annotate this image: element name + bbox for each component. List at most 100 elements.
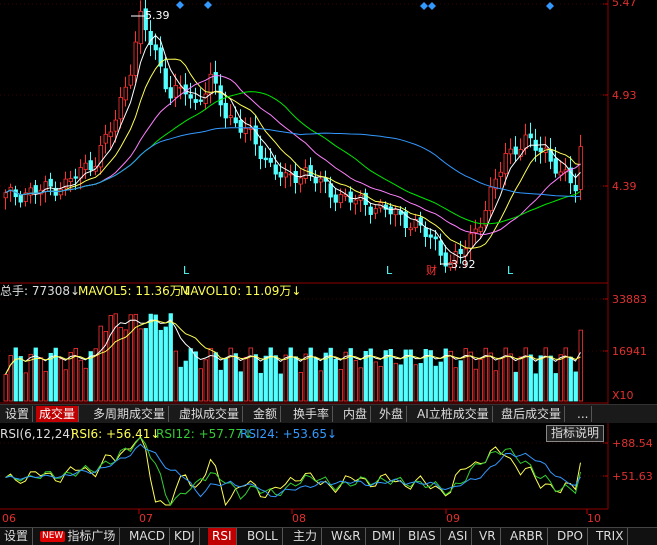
volume-bar bbox=[188, 348, 193, 402]
volume-bar bbox=[203, 359, 208, 402]
tab-rsi[interactable]: RSI bbox=[208, 528, 237, 545]
volume-bar bbox=[263, 355, 268, 402]
candle-body bbox=[273, 164, 278, 175]
volume-bar bbox=[578, 329, 583, 402]
volume-bar bbox=[468, 351, 473, 402]
tab-asi[interactable]: ASI bbox=[444, 528, 473, 545]
tab-boll[interactable]: BOLL bbox=[243, 528, 283, 545]
candle-body bbox=[408, 227, 413, 231]
candle-body bbox=[213, 72, 218, 84]
tab-after-hours-volume[interactable]: 盘后成交量 bbox=[498, 406, 566, 422]
candle-body bbox=[333, 194, 338, 203]
tab-virtual-volume[interactable]: 虚拟成交量 bbox=[176, 406, 244, 422]
time-axis-label: 07 bbox=[139, 512, 153, 525]
indicator-help-button[interactable]: 指标说明 bbox=[546, 425, 604, 442]
tab-main-force[interactable]: 主力 bbox=[289, 528, 323, 545]
volume-bar bbox=[388, 348, 393, 402]
volume-bar bbox=[323, 352, 328, 402]
tab-volume[interactable]: 成交量 bbox=[36, 406, 80, 422]
candle-body bbox=[188, 94, 193, 99]
volume-bar bbox=[533, 373, 538, 402]
volume-bar bbox=[83, 367, 88, 402]
limit-marker: L bbox=[183, 264, 190, 277]
time-axis-label: 06 bbox=[2, 512, 16, 525]
volume-bar bbox=[413, 364, 418, 402]
tab-multi-period-volume[interactable]: 多周期成交量 bbox=[90, 406, 170, 422]
volume-bar bbox=[278, 373, 283, 402]
candle-body bbox=[123, 86, 128, 101]
candle-body bbox=[573, 184, 578, 192]
tab-outer-volume[interactable]: 外盘 bbox=[376, 406, 408, 422]
tab-trix[interactable]: TRIX bbox=[592, 528, 629, 545]
candle-body bbox=[523, 134, 528, 149]
volume-bar bbox=[253, 354, 258, 402]
candle-body bbox=[268, 157, 273, 163]
candle-body bbox=[318, 178, 323, 183]
stock-chart[interactable] bbox=[0, 0, 657, 544]
tab-wr[interactable]: W&R bbox=[327, 528, 366, 545]
candle-body bbox=[238, 120, 243, 133]
candle-body bbox=[258, 145, 263, 160]
candle-body bbox=[528, 133, 533, 139]
candle-body bbox=[278, 171, 283, 178]
volume-bar bbox=[448, 350, 453, 402]
tab-bias[interactable]: BIAS bbox=[404, 528, 441, 545]
volume-settings-tab[interactable]: 设置 bbox=[2, 406, 34, 422]
volume-bar bbox=[23, 372, 28, 402]
volume-bar bbox=[438, 361, 443, 402]
candle-body bbox=[483, 210, 488, 226]
tab-dmi[interactable]: DMI bbox=[368, 528, 401, 545]
tab-kdj[interactable]: KDJ bbox=[170, 528, 200, 545]
candle-body bbox=[193, 99, 198, 103]
volume-bar bbox=[233, 353, 238, 402]
candle-body bbox=[248, 127, 253, 130]
candle-body bbox=[263, 157, 268, 161]
tab-dpo[interactable]: DPO bbox=[553, 528, 588, 545]
volume-bar bbox=[28, 353, 33, 402]
candle-body bbox=[33, 185, 38, 194]
volume-bar bbox=[313, 357, 318, 402]
candle-body bbox=[303, 167, 308, 179]
tab-amount[interactable]: 金额 bbox=[250, 406, 282, 422]
tab-ai-volume[interactable]: AI立桩成交量 bbox=[414, 406, 493, 422]
volume-bar bbox=[258, 372, 263, 402]
tab-inner-volume[interactable]: 内盘 bbox=[340, 406, 372, 422]
candle-body bbox=[328, 183, 333, 198]
volume-bar bbox=[303, 353, 308, 402]
volume-bar bbox=[98, 325, 103, 402]
volume-bar bbox=[293, 356, 298, 402]
candle-body bbox=[103, 133, 108, 144]
volume-bar bbox=[393, 362, 398, 402]
rsi-axis-label-top: +88.54 bbox=[612, 437, 653, 450]
volume-bar bbox=[123, 329, 128, 402]
volume-bar bbox=[243, 356, 248, 402]
rsi6-label: RSI6: +56.41↓ bbox=[71, 427, 161, 441]
candle-body bbox=[308, 165, 313, 177]
volume-bar bbox=[158, 329, 163, 402]
candle-body bbox=[438, 240, 443, 256]
tab-turnover[interactable]: 换手率 bbox=[290, 406, 334, 422]
volume-bar bbox=[213, 352, 218, 402]
tab-macd[interactable]: MACD bbox=[125, 528, 170, 545]
candle-body bbox=[68, 178, 73, 182]
volume-axis-unit: X10 bbox=[612, 389, 634, 402]
volume-bar bbox=[178, 366, 183, 402]
candle-body bbox=[293, 171, 298, 184]
tab-more[interactable]: ... bbox=[574, 406, 593, 422]
tab-vr[interactable]: VR bbox=[475, 528, 501, 545]
price-axis-label-top: 5.47 bbox=[612, 0, 637, 9]
volume-bar bbox=[143, 328, 148, 402]
volume-bar bbox=[358, 367, 363, 402]
tab-indicator-plaza[interactable]: NEW 指标广场 bbox=[36, 528, 121, 545]
bottom-settings-tab[interactable]: 设置 bbox=[0, 528, 34, 545]
finance-marker[interactable]: 财 bbox=[426, 264, 437, 278]
volume-bar bbox=[198, 368, 203, 402]
ma5-line bbox=[5, 34, 581, 259]
event-marker-icon bbox=[420, 2, 428, 10]
candle-body bbox=[128, 74, 133, 86]
candle-body bbox=[3, 192, 8, 199]
candle-body bbox=[478, 226, 483, 232]
tab-arbr[interactable]: ARBR bbox=[506, 528, 549, 545]
mavol5-label: MAVOL5: 11.36万↓ bbox=[78, 284, 192, 298]
volume-bar bbox=[408, 349, 413, 402]
